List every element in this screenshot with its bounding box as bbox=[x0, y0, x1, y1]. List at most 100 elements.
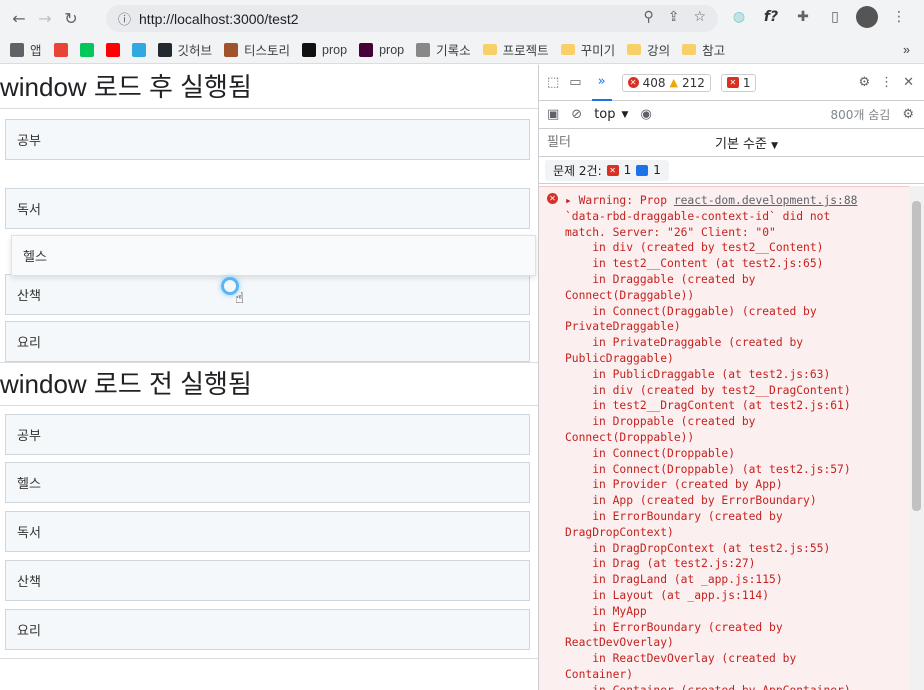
tistory-icon bbox=[224, 42, 239, 57]
bookmark-item[interactable]: 티스토리 bbox=[224, 40, 290, 59]
message-line: DragDropContext) bbox=[565, 525, 909, 541]
bookmark-item[interactable]: 강의 bbox=[627, 40, 670, 59]
extensions-puzzle-icon[interactable]: ✚ bbox=[792, 6, 814, 28]
message-text: in div (created by test2__DragContent) bbox=[565, 383, 851, 397]
issues-chip[interactable]: 문제 2건: ✕ 1 1 bbox=[545, 159, 669, 181]
console-filter-input[interactable] bbox=[545, 131, 705, 154]
draggable-item[interactable]: 산책 bbox=[5, 274, 530, 315]
address-bar[interactable]: ⓘ http://localhost:3000/test2 ⚲ ⇪ ☆ bbox=[106, 5, 718, 32]
message-text: in div (created by test2__Content) bbox=[565, 241, 824, 255]
bookmarks-bar: 앱 깃허브 티스토리 prop prop 기록소 프로젝트 꾸미기 강의 참고 » bbox=[0, 36, 924, 64]
message-line: in App (created by ErrorBoundary) bbox=[565, 493, 909, 509]
bookmark-item[interactable] bbox=[53, 42, 68, 57]
draggable-item[interactable]: 공부 bbox=[5, 414, 530, 455]
info-icon[interactable]: ⓘ bbox=[118, 9, 131, 28]
message-line: in MyApp bbox=[565, 604, 909, 620]
sidebar-toggle-icon[interactable]: ▣ bbox=[547, 107, 559, 122]
message-text: PrivateDraggable) bbox=[565, 320, 681, 334]
share-icon[interactable]: ⇪ bbox=[668, 9, 680, 25]
bookmark-star-icon[interactable]: ☆ bbox=[693, 9, 706, 25]
devtools-menu-icon[interactable]: ⋮ bbox=[880, 75, 893, 90]
message-line: `data-rbd-draggable-context-id` did not bbox=[565, 209, 909, 225]
message-text: in test2__Content (at test2.js:65) bbox=[565, 257, 824, 271]
console-settings-gear-icon[interactable]: ⚙ bbox=[902, 107, 914, 122]
message-text: match. Server: "26" Client: "0" bbox=[565, 225, 776, 239]
bookmark-item[interactable]: prop bbox=[359, 42, 404, 57]
message-text: in Layout (at _app.js:114) bbox=[565, 588, 770, 602]
live-expression-eye-icon[interactable]: ◉ bbox=[640, 107, 651, 122]
forward-icon[interactable]: → bbox=[32, 5, 58, 31]
scrollbar-thumb[interactable] bbox=[912, 201, 921, 511]
draggable-item[interactable]: 헬스 bbox=[5, 462, 530, 503]
message-text: in Connect(Droppable) bbox=[565, 446, 736, 460]
log-level-select[interactable]: 기본 수준 ▼ bbox=[715, 133, 778, 152]
close-devtools-icon[interactable]: ✕ bbox=[903, 75, 914, 90]
menu-kebab-icon[interactable]: ⋮ bbox=[888, 6, 910, 28]
back-icon[interactable]: ← bbox=[6, 5, 32, 31]
message-line: PrivateDraggable) bbox=[565, 319, 909, 335]
google-icon bbox=[53, 42, 68, 57]
bookmarks-more-button[interactable]: » bbox=[903, 43, 910, 57]
message-text: PublicDraggable) bbox=[565, 351, 674, 365]
dragging-item[interactable]: 헬스 bbox=[11, 235, 536, 276]
draggable-item[interactable]: 산책 bbox=[5, 560, 530, 601]
message-line: in PublicDraggable (at test2.js:63) bbox=[565, 367, 909, 383]
message-text: `data-rbd-draggable-context-id` did not bbox=[565, 209, 831, 223]
bookmark-item[interactable] bbox=[131, 42, 146, 57]
message-line: Container) bbox=[565, 667, 909, 683]
message-text: in Drag (at test2.js:27) bbox=[565, 557, 756, 571]
message-line: in Connect(Droppable) (at test2.js:57) bbox=[565, 462, 909, 478]
chevron-down-icon: ▼ bbox=[621, 109, 629, 120]
source-link[interactable]: react-dom.development.js:88 bbox=[674, 194, 858, 207]
draggable-item[interactable]: 요리 bbox=[5, 321, 530, 362]
message-line: in Connect(Draggable) (created by bbox=[565, 304, 909, 320]
grab-cursor-icon: ☝ bbox=[235, 289, 245, 307]
console-counts-badge[interactable]: ✕ 408 ▲ 212 bbox=[621, 73, 711, 92]
message-text: in test2__DragContent (at test2.js:61) bbox=[565, 399, 851, 413]
context-select[interactable]: top ▼ bbox=[594, 107, 628, 122]
zoom-icon[interactable]: ⚲ bbox=[643, 9, 653, 25]
inspect-element-icon[interactable]: ⬚ bbox=[547, 75, 559, 90]
devtools-panel: ⬚ ▭ » ✕ 408 ▲ 212 ✕ 1 ⚙ ⋮ ✕ ▣ ⊘ top ▼ ◉ … bbox=[538, 65, 924, 690]
draggable-item[interactable]: 요리 bbox=[5, 609, 530, 650]
github-icon bbox=[157, 42, 172, 57]
draggable-item[interactable]: 독서 bbox=[5, 511, 530, 552]
message-text: in ErrorBoundary (created by bbox=[565, 509, 783, 523]
bookmark-item[interactable]: prop bbox=[302, 42, 347, 57]
console-error-message: ✕ ▸ Warning: Prop react-dom.development.… bbox=[539, 186, 909, 690]
url-text[interactable]: http://localhost:3000/test2 bbox=[139, 11, 299, 27]
bookmark-item[interactable]: 꾸미기 bbox=[560, 40, 615, 59]
bookmark-item[interactable]: 프로젝트 bbox=[482, 40, 549, 59]
reload-icon[interactable]: ↻ bbox=[58, 5, 84, 31]
extension-color-icon[interactable]: ◍ bbox=[728, 6, 750, 28]
issues-badge[interactable]: ✕ 1 bbox=[720, 73, 757, 92]
hidden-messages-count: 800개 숨김 bbox=[830, 108, 891, 122]
message-line: in div (created by test2__Content) bbox=[565, 240, 909, 256]
clear-console-icon[interactable]: ⊘ bbox=[571, 107, 582, 122]
bookmark-item[interactable]: 깃허브 bbox=[157, 40, 212, 59]
draggable-item[interactable]: 공부 bbox=[5, 119, 530, 160]
tab-more-panels[interactable]: » bbox=[591, 65, 612, 101]
bookmark-label: 기록소 bbox=[436, 44, 471, 58]
bookmark-item[interactable]: 기록소 bbox=[416, 40, 471, 59]
bookmark-item[interactable]: 참고 bbox=[682, 40, 725, 59]
settings-gear-icon[interactable]: ⚙ bbox=[858, 75, 870, 90]
profile-avatar[interactable] bbox=[856, 6, 878, 28]
message-line: ▸ Warning: Prop react-dom.development.js… bbox=[565, 194, 858, 207]
page-content: window 로드 후 실행됨 공부 독서 산책 헬스 요리 ☝ window … bbox=[0, 65, 538, 690]
bookmark-label: 강의 bbox=[647, 44, 671, 58]
bookmark-item[interactable] bbox=[79, 42, 94, 57]
folder-icon bbox=[482, 44, 497, 55]
fonts-extension-icon[interactable]: f? bbox=[760, 6, 782, 28]
console-scrollbar[interactable] bbox=[909, 186, 924, 690]
device-toolbar-icon[interactable]: ▭ bbox=[569, 75, 581, 90]
side-panel-icon[interactable]: ▯ bbox=[824, 6, 846, 28]
xd-icon bbox=[359, 42, 374, 57]
bookmark-item[interactable]: 앱 bbox=[10, 40, 42, 59]
draggable-item[interactable]: 독서 bbox=[5, 188, 530, 229]
message-line: in Layout (at _app.js:114) bbox=[565, 588, 909, 604]
message-line: Connect(Draggable)) bbox=[565, 288, 909, 304]
bookmark-item[interactable] bbox=[105, 42, 120, 57]
devtools-tabbar: ⬚ ▭ » ✕ 408 ▲ 212 ✕ 1 ⚙ ⋮ ✕ bbox=[539, 65, 924, 101]
message-line: in Container (created by AppContainer) bbox=[565, 683, 909, 690]
